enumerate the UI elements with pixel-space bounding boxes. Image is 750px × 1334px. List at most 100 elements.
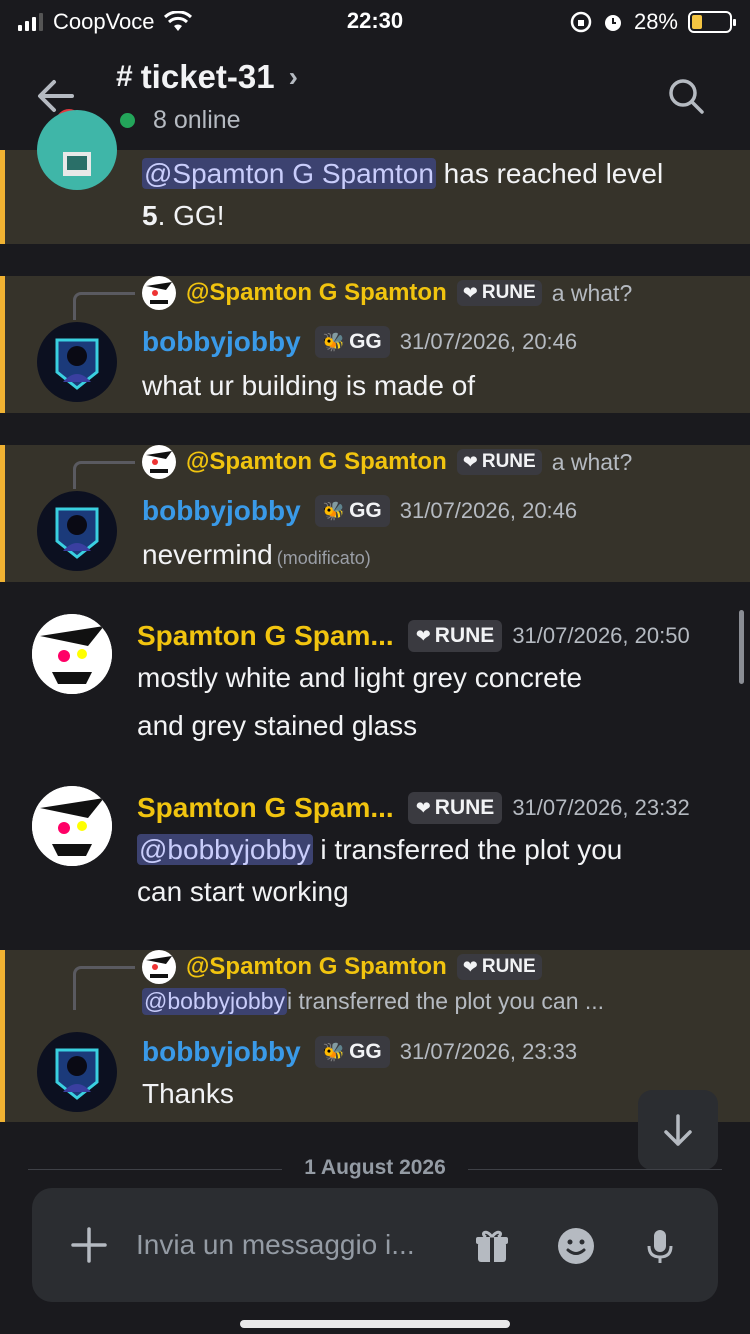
message-reply[interactable]: @Spamton G Spamton ❤ RUNE @bobbyjobby i t… (0, 950, 750, 1122)
user-mention: @bobbyjobby (142, 988, 287, 1015)
author-name[interactable]: bobbyjobby (142, 495, 301, 527)
timestamp: 31/07/2026, 20:50 (512, 623, 690, 648)
heart-icon: ❤ (462, 956, 478, 977)
channel-header: 3 # ticket-31 › 8 online (0, 44, 750, 144)
heart-icon: ❤ (415, 625, 431, 646)
heart-icon: ❤ (415, 797, 431, 818)
reply-connector (73, 966, 135, 1010)
heart-icon: ❤ (462, 282, 478, 303)
user-mention[interactable]: @bobbyjobby (137, 834, 313, 865)
thread-hash-icon: # (116, 60, 133, 93)
bobbyjobby-avatar[interactable] (37, 322, 117, 402)
search-icon[interactable] (666, 76, 706, 116)
online-status: 8 online (120, 106, 241, 135)
date-divider-label: 1 August 2026 (304, 1156, 446, 1179)
message-input[interactable] (136, 1218, 446, 1272)
plus-icon[interactable] (70, 1226, 108, 1264)
orientation-lock-icon (570, 11, 592, 33)
message-meta: Spamton G Spam... ❤ RUNE 31/07/2026, 23:3… (137, 792, 690, 824)
scrollbar[interactable] (739, 610, 744, 684)
timestamp: 31/07/2026, 20:46 (399, 498, 578, 523)
message-meta: bobbyjobby 🐝 GG 31/07/2026, 23:33 (142, 1036, 577, 1068)
message[interactable]: Spamton G Spam... ❤ RUNE 31/07/2026, 23:3… (0, 784, 750, 914)
bot-avatar (37, 110, 117, 190)
message-meta: bobbyjobby 🐝 GG 31/07/2026, 20:46 (142, 326, 577, 358)
reply-author: @Spamton G Spamton (186, 448, 447, 475)
edited-label: (modificato) (276, 548, 371, 568)
role-tag: ❤ RUNE (456, 954, 542, 980)
reply-preview[interactable]: @Spamton G Spamton ❤ RUNE a what? (142, 445, 632, 479)
level-up-text-line2: 5. GG! (142, 200, 225, 231)
level-up-text: @Spamton G Spamton has reached level (142, 158, 664, 189)
timestamp: 31/07/2026, 23:33 (399, 1039, 578, 1064)
message-text: @bobbyjobby i transferred the plot you (137, 834, 623, 865)
message[interactable]: Spamton G Spam... ❤ RUNE 31/07/2026, 20:5… (0, 612, 750, 752)
message-text: mostly white and light grey concrete (137, 662, 583, 693)
spamton-avatar[interactable] (32, 614, 112, 694)
message-reply[interactable]: @Spamton G Spamton ❤ RUNE a what? bobbyjo… (0, 445, 750, 582)
channel-name: ticket-31 (140, 58, 275, 95)
reply-author: @Spamton G Spamton (186, 953, 447, 980)
date-divider: 1 August 2026 (28, 1156, 722, 1184)
level-number: 5 (142, 200, 158, 231)
role-tag: 🐝 GG (314, 326, 390, 358)
battery-icon (688, 11, 736, 33)
bee-icon: 🐝 (322, 500, 346, 521)
role-tag: 🐝 GG (314, 495, 390, 527)
bobbyjobby-avatar[interactable] (37, 1032, 117, 1112)
alarm-icon (604, 15, 621, 31)
reply-connector (73, 292, 135, 320)
author-name[interactable]: bobbyjobby (142, 326, 301, 358)
reply-connector (73, 461, 135, 489)
role-tag: ❤ RUNE (456, 280, 542, 306)
author-name[interactable]: bobbyjobby (142, 1036, 301, 1068)
reply-author: @Spamton G Spamton (186, 279, 447, 306)
carrier-name: CoopVoce (53, 9, 155, 34)
author-name[interactable]: Spamton G Spam... (137, 792, 394, 824)
timestamp: 31/07/2026, 23:32 (512, 795, 690, 820)
status-bar: CoopVoce 22:30 28% (0, 0, 750, 44)
spamton-mini-avatar (142, 950, 176, 984)
arrow-down-icon (664, 1114, 692, 1146)
online-count: 8 online (153, 106, 241, 134)
wifi-icon (163, 11, 192, 31)
reply-text: @bobbyjobby i transferred the plot you c… (142, 988, 605, 1015)
channel-title[interactable]: # ticket-31 › (116, 58, 298, 96)
chevron-right-icon: › (288, 61, 298, 92)
message-meta: bobbyjobby 🐝 GG 31/07/2026, 20:46 (142, 495, 577, 527)
microphone-icon[interactable] (640, 1226, 680, 1266)
reply-preview[interactable]: @Spamton G Spamton ❤ RUNE a what? (142, 276, 632, 310)
message-composer (32, 1188, 718, 1302)
battery-percent: 28% (633, 9, 678, 34)
message-text: can start working (137, 876, 349, 907)
spamton-mini-avatar (142, 276, 176, 310)
home-indicator (240, 1320, 510, 1328)
role-tag: ❤ RUNE (407, 620, 503, 652)
signal-icon (18, 13, 43, 31)
gift-icon[interactable] (472, 1226, 512, 1266)
timestamp: 31/07/2026, 20:46 (399, 329, 578, 354)
message-reply[interactable]: @Spamton G Spamton ❤ RUNE a what? bobbyjo… (0, 276, 750, 413)
role-tag: ❤ RUNE (456, 449, 542, 475)
author-name[interactable]: Spamton G Spam... (137, 620, 394, 652)
emoji-icon[interactable] (556, 1226, 596, 1266)
reply-text: a what? (551, 279, 633, 306)
message-text: nevermind (modificato) (142, 539, 371, 570)
reply-preview[interactable]: @Spamton G Spamton ❤ RUNE (142, 950, 542, 984)
message-text: what ur building is made of (142, 370, 476, 401)
message-meta: Spamton G Spam... ❤ RUNE 31/07/2026, 20:5… (137, 620, 690, 652)
role-tag: ❤ RUNE (407, 792, 503, 824)
level-up-message[interactable]: @Spamton G Spamton has reached level 5. … (0, 110, 750, 244)
spamton-avatar[interactable] (32, 786, 112, 866)
bee-icon: 🐝 (322, 331, 346, 352)
heart-icon: ❤ (462, 451, 478, 472)
message-text: and grey stained glass (137, 710, 418, 741)
message-text: Thanks (142, 1078, 234, 1109)
role-tag: 🐝 GG (314, 1036, 390, 1068)
bobbyjobby-avatar[interactable] (37, 491, 117, 571)
online-dot-icon (120, 113, 135, 128)
reply-text: a what? (551, 448, 633, 475)
bee-icon: 🐝 (322, 1041, 346, 1062)
spamton-mini-avatar (142, 445, 176, 479)
user-mention[interactable]: @Spamton G Spamton (142, 158, 436, 189)
